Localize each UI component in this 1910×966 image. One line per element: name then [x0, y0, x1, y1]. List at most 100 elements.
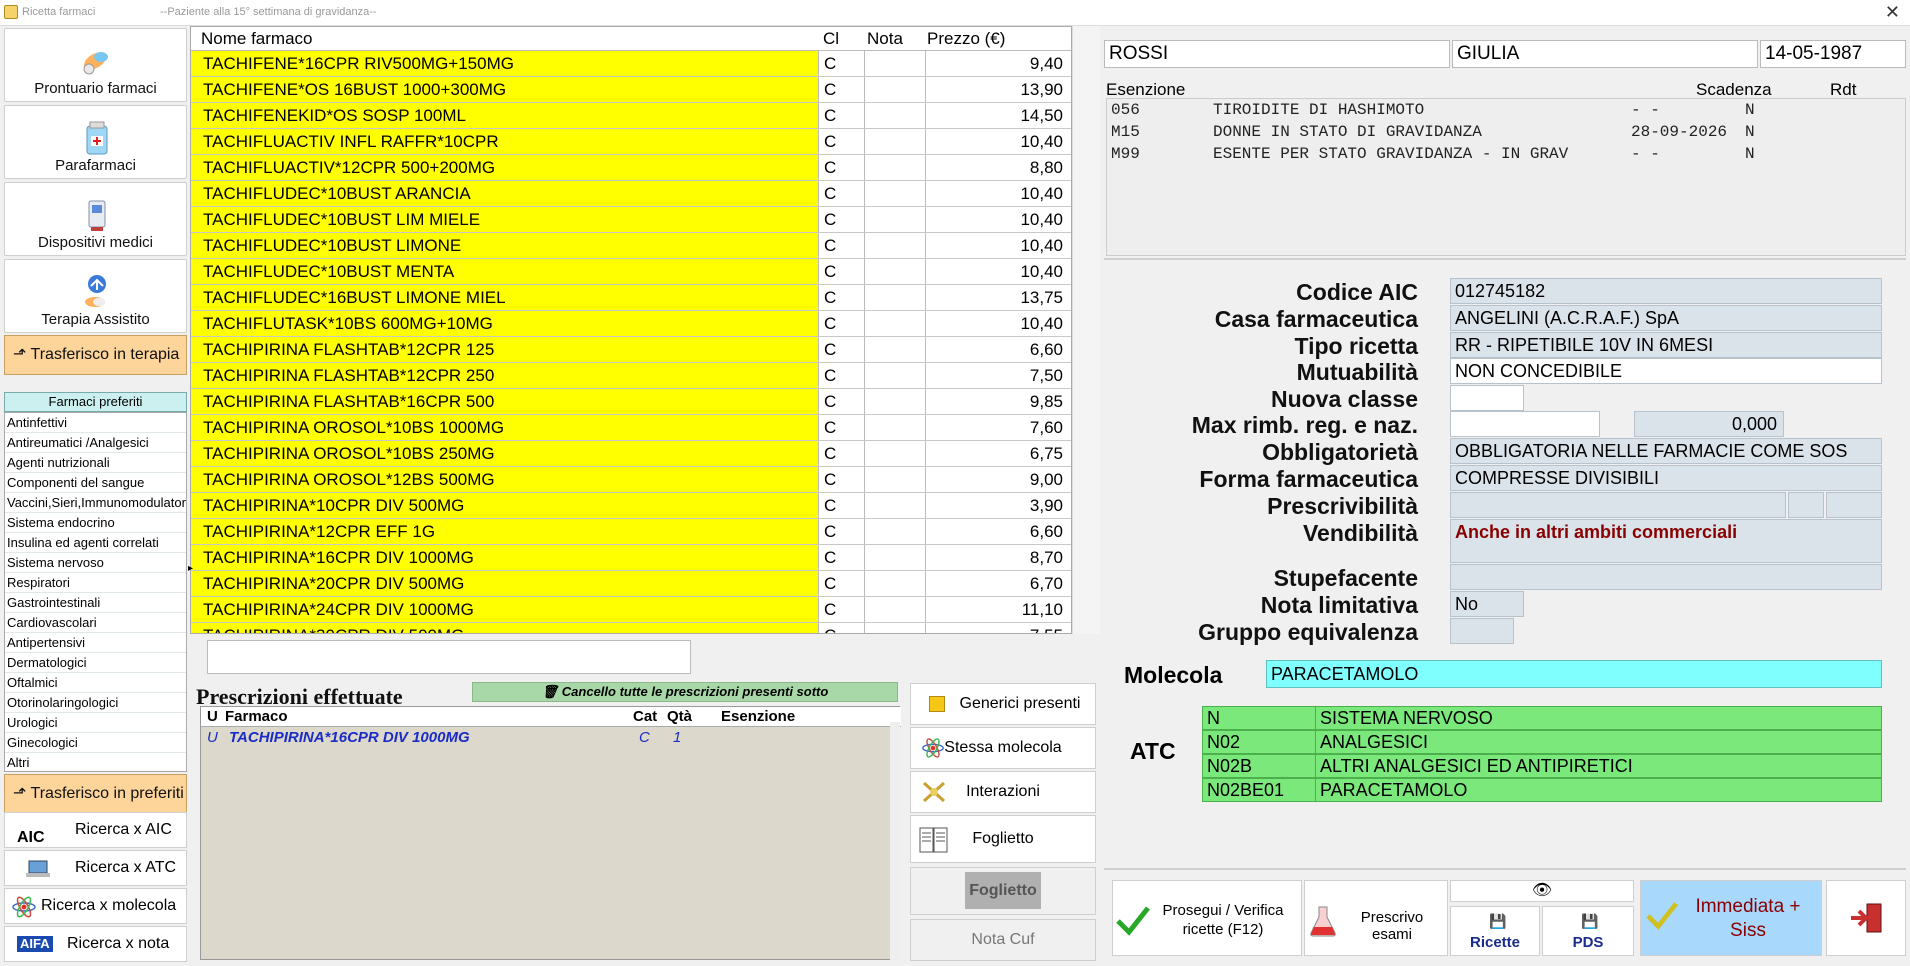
table-row[interactable]: TACHIPIRINA FLASHTAB*12CPR 125 C 6,60 [191, 337, 1071, 363]
eye-toggle-button[interactable]: 👁 [1450, 880, 1634, 902]
label-mutuabilita: Mutuabilità [1296, 359, 1418, 385]
favorite-item[interactable]: Componenti del sangue [5, 473, 186, 493]
generic-square-icon [929, 696, 945, 712]
label-vendibilita: Vendibilità [1302, 520, 1418, 546]
table-row[interactable]: TACHIFENE*OS 16BUST 1000+300MG C 13,90 [191, 77, 1071, 103]
table-row-selected[interactable]: TACHIPIRINA*16CPR DIV 1000MG C 8,70 [191, 545, 1071, 571]
favorites-list[interactable]: Antinfettivi Antireumatici /Analgesici A… [4, 412, 187, 772]
search-molecule-button[interactable]: Ricerca x molecola [4, 888, 187, 924]
favorite-item[interactable]: Dermatologici [5, 653, 186, 673]
table-row[interactable]: TACHIFLUACTIV INFL RAFFR*10CPR C 10,40 [191, 129, 1071, 155]
favorite-item[interactable]: Sistema endocrino [5, 513, 186, 533]
ricette-button[interactable]: 💾 Ricette [1450, 906, 1540, 956]
arrow-up-icon: ⬏ [13, 785, 27, 802]
exit-button[interactable] [1826, 880, 1906, 956]
table-row[interactable]: TACHIPIRINA*12CPR EFF 1G C 6,60 [191, 519, 1071, 545]
col-prezzo[interactable]: Prezzo (€) [927, 29, 1005, 49]
label-codice-aic: Codice AIC [1296, 279, 1418, 305]
table-row[interactable]: TACHIFLUACTIV*12CPR 500+200MG C 8,80 [191, 155, 1071, 181]
value-codice-aic: 012745182 [1450, 278, 1882, 304]
same-molecule-button[interactable]: Stessa molecola [910, 727, 1096, 769]
exemptions-list[interactable]: 056 TIROIDITE DI HASHIMOTO - - N M15 DON… [1106, 98, 1906, 256]
col-nome-farmaco[interactable]: Nome farmaco [201, 29, 312, 49]
nav-dispositivi-medici[interactable]: Dispositivi medici [4, 182, 187, 256]
table-row[interactable]: TACHIPIRINA OROSOL*10BS 1000MG C 7,60 [191, 415, 1071, 441]
prescribe-exams-button[interactable]: Prescrivo esami [1304, 880, 1448, 956]
transfer-to-therapy-button[interactable]: ⬏ Trasferisco in terapia [4, 335, 187, 375]
pds-button[interactable]: 💾 PDS [1542, 906, 1634, 956]
flask-icon [1310, 906, 1336, 937]
atc-row: N02B ALTRI ANALGESICI ED ANTIPIRETICI [1202, 754, 1882, 778]
col-cl[interactable]: Cl [823, 29, 839, 49]
label-tipo-ricetta: Tipo ricetta [1294, 333, 1418, 359]
favorite-item[interactable]: Oftalmici [5, 673, 186, 693]
value-vendibilita: Anche in altri ambiti commerciali [1450, 519, 1882, 563]
value-nuova-classe [1450, 385, 1524, 411]
grid-scrollbar[interactable] [1072, 26, 1100, 634]
favorite-item[interactable]: Antinfettivi [5, 413, 186, 433]
nav-terapia-assistito[interactable]: Terapia Assistito [4, 259, 187, 333]
favorite-item[interactable]: Respiratori [5, 573, 186, 593]
favorite-item[interactable]: Antireumatici /Analgesici [5, 433, 186, 453]
table-row[interactable]: TACHIPIRINA OROSOL*12BS 500MG C 9,00 [191, 467, 1071, 493]
interactions-icon [922, 781, 946, 803]
table-row[interactable]: TACHIPIRINA*20CPR DIV 500MG C 6,70 [191, 571, 1071, 597]
transfer-to-favorites-button[interactable]: ⬏ Trasferisco in preferiti [4, 774, 187, 814]
favorite-item[interactable]: Insulina ed agenti correlati [5, 533, 186, 553]
generic-present-button[interactable]: Generici presenti [910, 683, 1096, 725]
nav-prontuario-farmaci[interactable]: Prontuario farmaci [4, 28, 187, 102]
col-nota[interactable]: Nota [867, 29, 903, 49]
grid-header: Nome farmaco Cl Nota Prezzo (€) [191, 27, 1071, 51]
favorite-item[interactable]: Vaccini,Sieri,Immunomodulatori [5, 493, 186, 513]
favorite-item[interactable]: Antipertensivi [5, 633, 186, 653]
search-aic-button[interactable]: AIC Ricerca x AIC [4, 812, 187, 848]
favorite-item[interactable]: Agenti nutrizionali [5, 453, 186, 473]
table-row[interactable]: TACHIPIRINA FLASHTAB*16CPR 500 C 9,85 [191, 389, 1071, 415]
patient-therapy-icon [85, 275, 106, 307]
table-row[interactable]: TACHIPIRINA*10CPR DIV 500MG C 3,90 [191, 493, 1071, 519]
leaflet-button[interactable]: Foglietto [910, 815, 1096, 863]
checkmark-icon [1646, 902, 1678, 930]
delete-all-prescriptions-button[interactable]: 🗑 Cancello tutte le prescrizioni present… [472, 682, 898, 702]
search-note-button[interactable]: AIFA Ricerca x nota [4, 926, 187, 962]
favorite-item[interactable]: Gastrointestinali [5, 593, 186, 613]
table-row[interactable]: TACHIPIRINA FLASHTAB*12CPR 250 C 7,50 [191, 363, 1071, 389]
favorite-item[interactable]: Sistema nervoso [5, 553, 186, 573]
atc-row: N SISTEMA NERVOSO [1202, 706, 1882, 730]
immediate-siss-button[interactable]: Immediata + Siss [1640, 880, 1822, 956]
nav-parafarmaci[interactable]: Parafarmaci [4, 105, 187, 179]
table-row[interactable]: TACHIFLUDEC*10BUST MENTA C 10,40 [191, 259, 1071, 285]
favorite-item[interactable]: Cardiovascolari [5, 613, 186, 633]
nota-cuf-button[interactable]: Nota Cuf [910, 919, 1096, 961]
table-row[interactable]: TACHIFLUDEC*10BUST LIM MIELE C 10,40 [191, 207, 1071, 233]
checkmark-icon [1116, 906, 1150, 936]
favorite-item[interactable]: Ginecologici [5, 733, 186, 753]
table-row[interactable]: TACHIFLUTASK*10BS 600MG+10MG C 10,40 [191, 311, 1071, 337]
value-prescrivibilita-extra2 [1826, 492, 1882, 518]
prescriptions-table[interactable]: U Farmaco Cat Qtà Esenzione U TACHIPIRIN… [200, 706, 901, 960]
table-row[interactable]: TACHIFLUDEC*10BUST LIMONE C 10,40 [191, 233, 1071, 259]
table-row[interactable]: TACHIFLUDEC*10BUST ARANCIA C 10,40 [191, 181, 1071, 207]
table-row[interactable]: TACHIFENE*16CPR RIV500MG+150MG C 9,40 [191, 51, 1071, 77]
leaflet-disabled-button[interactable]: Foglietto [910, 867, 1096, 915]
value-tipo-ricetta: RR - RIPETIBILE 10V IN 6MESI [1450, 332, 1882, 358]
table-row[interactable]: TACHIPIRINA OROSOL*10BS 250MG C 6,75 [191, 441, 1071, 467]
search-atc-button[interactable]: Ricerca x ATC [4, 850, 187, 886]
favorite-item[interactable]: Otorinolaringologici [5, 693, 186, 713]
table-row[interactable]: TACHIFENEKID*OS SOSP 100ML C 14,50 [191, 103, 1071, 129]
proceed-verify-button[interactable]: Prosegui / Verifica ricette (F12) [1112, 880, 1302, 956]
favorite-item[interactable]: Altri [5, 753, 186, 771]
table-row[interactable]: TACHIFLUDEC*16BUST LIMONE MIEL C 13,75 [191, 285, 1071, 311]
value-max-rimborso-regionale [1450, 411, 1600, 437]
arrow-up-icon: ⬏ [13, 346, 27, 363]
prescriptions-scrollbar[interactable] [890, 722, 900, 960]
table-row[interactable]: TACHIPIRINA*30CPR DIV 500MGC7,55 [191, 623, 1071, 633]
pills-icon [83, 52, 108, 75]
close-icon[interactable]: ✕ [1885, 2, 1900, 23]
interactions-button[interactable]: Interazioni [910, 771, 1096, 813]
table-row[interactable]: TACHIPIRINA*24CPR DIV 1000MG C 11,10 [191, 597, 1071, 623]
note-input[interactable] [207, 640, 691, 674]
prescription-row[interactable]: U TACHIPIRINA*16CPR DIV 1000MG C 1 [201, 727, 901, 749]
drug-grid[interactable]: Nome farmaco Cl Nota Prezzo (€) TACHIFEN… [190, 26, 1072, 634]
favorite-item[interactable]: Urologici [5, 713, 186, 733]
